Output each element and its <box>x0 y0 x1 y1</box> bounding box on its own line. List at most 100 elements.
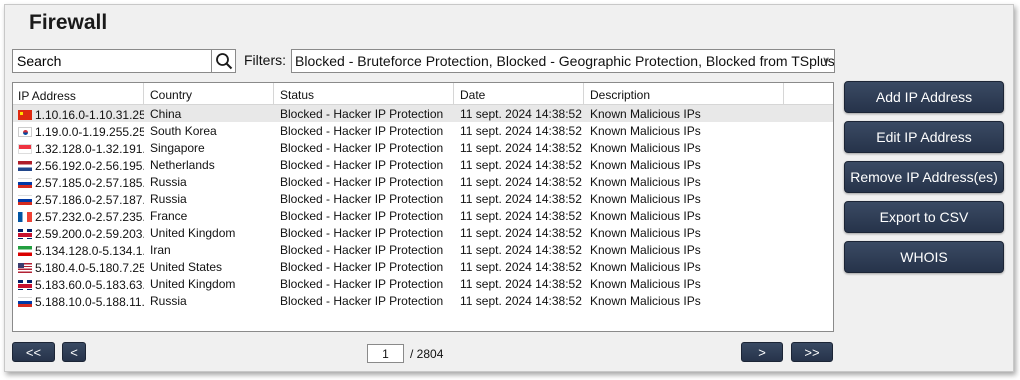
column-header-ip[interactable]: IP Address <box>13 83 144 104</box>
ip-text: 2.56.192.0-2.56.195... <box>35 158 144 173</box>
cell-ip: 2.57.186.0-2.57.187... <box>13 190 144 207</box>
cell-ip: 2.59.200.0-2.59.203... <box>13 224 144 241</box>
cell-country: Russia <box>150 175 187 189</box>
cell-date: 11 sept. 2024 14:38:52 <box>460 294 582 308</box>
cell-date: 11 sept. 2024 14:38:52 <box>460 226 582 240</box>
cell-status: Blocked - Hacker IP Protection <box>280 260 444 274</box>
table-row[interactable]: 2.59.200.0-2.59.203... United Kingdom Bloc… <box>13 224 833 241</box>
cell-description: Known Malicious IPs <box>590 141 701 155</box>
search-box[interactable] <box>12 49 236 73</box>
ip-text: 5.180.4.0-5.180.7.255 <box>35 260 144 275</box>
cell-country: South Korea <box>150 124 217 138</box>
ip-text: 5.183.60.0-5.183.63... <box>35 277 144 292</box>
prev-page-button[interactable]: < <box>62 342 86 362</box>
table-header: IP Address Country Status Date Descripti… <box>13 83 833 105</box>
cell-country: France <box>150 209 188 223</box>
remove-ip-button[interactable]: Remove IP Address(es) <box>844 161 1004 193</box>
flag-netherlands-icon <box>18 160 32 171</box>
flag-us-icon <box>18 262 32 273</box>
column-header-description[interactable]: Description <box>584 83 784 104</box>
table-row[interactable]: 2.57.232.0-2.57.235... France Blocked - Ha… <box>13 207 833 224</box>
cell-date: 11 sept. 2024 14:38:52 <box>460 243 582 257</box>
cell-date: 11 sept. 2024 14:38:52 <box>460 124 582 138</box>
column-header-date[interactable]: Date <box>454 83 584 104</box>
next-page-button[interactable]: > <box>741 342 783 362</box>
add-ip-button[interactable]: Add IP Address <box>844 81 1004 113</box>
edit-ip-button[interactable]: Edit IP Address <box>844 121 1004 153</box>
ip-text: 1.19.0.0-1.19.255.255 <box>35 124 144 139</box>
table-row[interactable]: 2.57.185.0-2.57.185... Russia Blocked - Ha… <box>13 173 833 190</box>
cell-ip: 5.134.128.0-5.134.1... <box>13 241 144 258</box>
cell-country: United Kingdom <box>150 226 236 240</box>
page-number-input[interactable]: 1 <box>367 344 404 363</box>
table-row[interactable]: 1.32.128.0-1.32.191... Singapore Blocked -… <box>13 139 833 156</box>
table-row[interactable]: 2.57.186.0-2.57.187... Russia Blocked - Ha… <box>13 190 833 207</box>
export-csv-button[interactable]: Export to CSV <box>844 201 1004 233</box>
cell-description: Known Malicious IPs <box>590 260 701 274</box>
flag-uk-icon <box>18 279 32 290</box>
cell-country: United States <box>150 260 223 274</box>
ip-text: 1.10.16.0-1.10.31.255 <box>35 107 144 122</box>
ip-text: 1.32.128.0-1.32.191... <box>35 141 144 156</box>
cell-description: Known Malicious IPs <box>590 209 701 223</box>
filters-dropdown[interactable]: Blocked - Bruteforce Protection, Blocked… <box>291 49 835 73</box>
flag-korea-icon <box>18 126 32 137</box>
table-body: 1.10.16.0-1.10.31.255 China Blocked - Hack… <box>13 105 833 309</box>
flag-russia-icon <box>18 177 32 188</box>
column-header-country[interactable]: Country <box>144 83 274 104</box>
cell-description: Known Malicious IPs <box>590 226 701 240</box>
flag-uk-icon <box>18 228 32 239</box>
cell-description: Known Malicious IPs <box>590 175 701 189</box>
cell-status: Blocked - Hacker IP Protection <box>280 243 444 257</box>
flag-france-icon <box>18 211 32 222</box>
page-title: Firewall <box>29 11 108 34</box>
table-row[interactable]: 2.56.192.0-2.56.195... Netherlands Blocked… <box>13 156 833 173</box>
cell-ip: 1.32.128.0-1.32.191... <box>13 139 144 156</box>
cell-status: Blocked - Hacker IP Protection <box>280 124 444 138</box>
cell-ip: 5.188.10.0-5.188.11... <box>13 292 144 309</box>
cell-country: Russia <box>150 294 187 308</box>
chevron-down-icon: ∨ <box>821 55 830 67</box>
cell-status: Blocked - Hacker IP Protection <box>280 277 444 291</box>
table-row[interactable]: 5.188.10.0-5.188.11... Russia Blocked - Ha… <box>13 292 833 309</box>
flag-russia-icon <box>18 194 32 205</box>
cell-status: Blocked - Hacker IP Protection <box>280 175 444 189</box>
cell-status: Blocked - Hacker IP Protection <box>280 141 444 155</box>
ip-table: IP Address Country Status Date Descripti… <box>12 82 834 332</box>
cell-status: Blocked - Hacker IP Protection <box>280 107 444 121</box>
cell-date: 11 sept. 2024 14:38:52 <box>460 141 582 155</box>
cell-ip: 1.10.16.0-1.10.31.255 <box>13 105 144 122</box>
filters-label: Filters: <box>244 52 286 68</box>
table-row[interactable]: 5.134.128.0-5.134.1... Iran Blocked - Hack… <box>13 241 833 258</box>
ip-text: 2.59.200.0-2.59.203... <box>35 226 144 241</box>
whois-button[interactable]: WHOIS <box>844 241 1004 273</box>
table-row[interactable]: 1.19.0.0-1.19.255.255 South Korea Blocked … <box>13 122 833 139</box>
cell-date: 11 sept. 2024 14:38:52 <box>460 277 582 291</box>
cell-country: Netherlands <box>150 158 215 172</box>
cell-status: Blocked - Hacker IP Protection <box>280 158 444 172</box>
ip-text: 5.134.128.0-5.134.1... <box>35 243 144 258</box>
cell-description: Known Malicious IPs <box>590 107 701 121</box>
first-page-button[interactable]: << <box>12 342 55 362</box>
cell-date: 11 sept. 2024 14:38:52 <box>460 209 582 223</box>
column-header-status[interactable]: Status <box>274 83 454 104</box>
flag-china-icon <box>18 109 32 120</box>
cell-description: Known Malicious IPs <box>590 192 701 206</box>
cell-description: Known Malicious IPs <box>590 124 701 138</box>
cell-date: 11 sept. 2024 14:38:52 <box>460 175 582 189</box>
search-input[interactable] <box>13 50 211 72</box>
cell-status: Blocked - Hacker IP Protection <box>280 209 444 223</box>
cell-country: Singapore <box>150 141 205 155</box>
search-button[interactable] <box>211 50 235 72</box>
table-row[interactable]: 5.180.4.0-5.180.7.255 United States Blocke… <box>13 258 833 275</box>
table-row[interactable]: 5.183.60.0-5.183.63... United Kingdom Bloc… <box>13 275 833 292</box>
last-page-button[interactable]: >> <box>791 342 833 362</box>
cell-description: Known Malicious IPs <box>590 277 701 291</box>
firewall-panel: Firewall Filters: Blocked - Bruteforce P… <box>4 4 1014 372</box>
table-row[interactable]: 1.10.16.0-1.10.31.255 China Blocked - Hack… <box>13 105 833 122</box>
cell-status: Blocked - Hacker IP Protection <box>280 294 444 308</box>
flag-russia-icon <box>18 296 32 307</box>
cell-description: Known Malicious IPs <box>590 294 701 308</box>
cell-ip: 1.19.0.0-1.19.255.255 <box>13 122 144 139</box>
ip-text: 2.57.185.0-2.57.185... <box>35 175 144 190</box>
